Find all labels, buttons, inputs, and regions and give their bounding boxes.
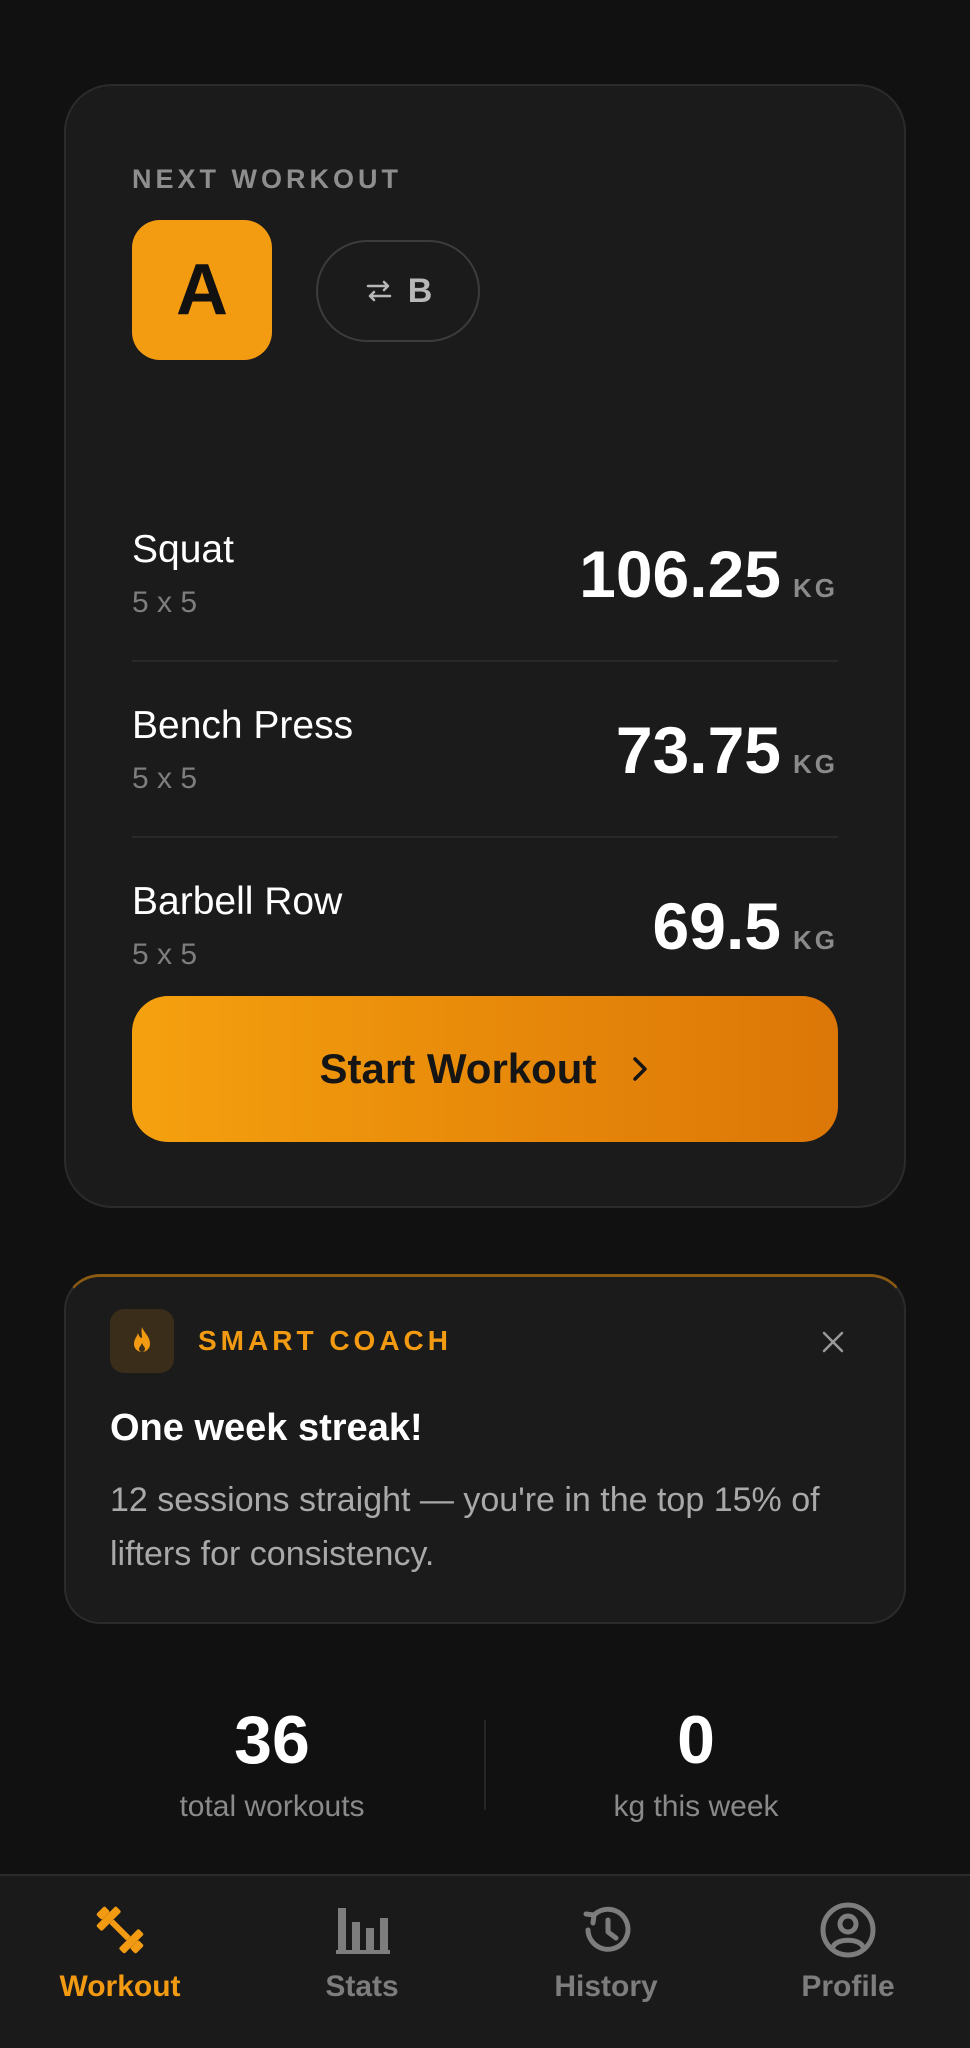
exercise-row[interactable]: Barbell Row 5 x 5 69.5 KG bbox=[132, 838, 838, 1014]
exercise-scheme: 5 x 5 bbox=[132, 938, 198, 971]
weight-unit: KG bbox=[793, 749, 838, 779]
exercise-name: Squat bbox=[132, 528, 234, 571]
variant-b-label: B bbox=[407, 271, 433, 310]
exercise-name: Barbell Row bbox=[132, 880, 343, 923]
exercise-weight: 106.25 KG bbox=[579, 536, 838, 612]
exercise-row[interactable]: Squat 5 x 5 106.25 KG bbox=[132, 486, 838, 662]
stat-value: 36 bbox=[234, 1702, 310, 1778]
profile-icon bbox=[820, 1902, 876, 1958]
swap-icon bbox=[366, 280, 391, 302]
exercise-scheme: 5 x 5 bbox=[132, 586, 198, 619]
nav-item-stats[interactable]: Stats bbox=[262, 1900, 462, 2030]
weight-value: 69.5 bbox=[652, 889, 781, 963]
nav-item-history[interactable]: History bbox=[506, 1900, 706, 2030]
flame-icon-badge bbox=[110, 1309, 174, 1373]
section-label: NEXT WORKOUT bbox=[132, 164, 402, 194]
stat-kg-this-week: 0 kg this week bbox=[506, 1700, 886, 1824]
weight-unit: KG bbox=[793, 925, 838, 955]
weight-value: 106.25 bbox=[579, 537, 781, 611]
stat-label: total workouts bbox=[179, 1790, 365, 1823]
exercise-scheme: 5 x 5 bbox=[132, 762, 198, 795]
screen: NEXT WORKOUT A B Squat 5 x 5 106.25 KG B… bbox=[0, 0, 970, 2048]
close-icon[interactable] bbox=[820, 1329, 846, 1355]
exercise-weight: 73.75 KG bbox=[616, 712, 838, 788]
next-workout-card: NEXT WORKOUT A B Squat 5 x 5 106.25 KG B… bbox=[64, 84, 906, 1208]
nav-item-profile[interactable]: Profile bbox=[748, 1900, 948, 2030]
flame-icon bbox=[134, 1327, 150, 1352]
smart-coach-card: SMART COACH One week streak! 12 sessions… bbox=[64, 1274, 906, 1624]
nav-label: History bbox=[554, 1970, 658, 2003]
weight-value: 73.75 bbox=[615, 713, 781, 787]
coach-message: 12 sessions straight — you're in the top… bbox=[110, 1481, 820, 1573]
chevron-right-icon bbox=[633, 1057, 648, 1081]
variant-a-button[interactable]: A bbox=[132, 220, 272, 360]
coach-title: One week streak! bbox=[110, 1407, 423, 1449]
start-workout-button[interactable]: Start Workout bbox=[132, 996, 838, 1142]
stat-total-workouts: 36 total workouts bbox=[82, 1700, 462, 1824]
exercise-row[interactable]: Bench Press 5 x 5 73.75 KG bbox=[132, 662, 838, 838]
exercise-name: Bench Press bbox=[132, 704, 354, 747]
nav-label: Profile bbox=[801, 1970, 895, 2003]
coach-label: SMART COACH bbox=[198, 1325, 452, 1356]
exercise-weight: 69.5 KG bbox=[653, 888, 838, 964]
nav-item-workout[interactable]: Workout bbox=[20, 1900, 220, 2030]
stat-label: kg this week bbox=[613, 1790, 779, 1823]
stat-value: 0 bbox=[677, 1702, 715, 1778]
nav-label: Stats bbox=[325, 1970, 399, 2003]
dumbbell-icon bbox=[96, 1906, 144, 1954]
stats-divider bbox=[484, 1720, 486, 1810]
switch-variant-button[interactable]: B bbox=[316, 240, 480, 342]
history-icon bbox=[583, 1906, 631, 1952]
bottom-nav: Workout Stats History Profile bbox=[0, 1874, 970, 2048]
bar-chart-icon bbox=[336, 1908, 390, 1954]
weight-unit: KG bbox=[793, 573, 838, 603]
start-workout-label: Start Workout bbox=[319, 1045, 597, 1092]
nav-label: Workout bbox=[59, 1970, 181, 2003]
